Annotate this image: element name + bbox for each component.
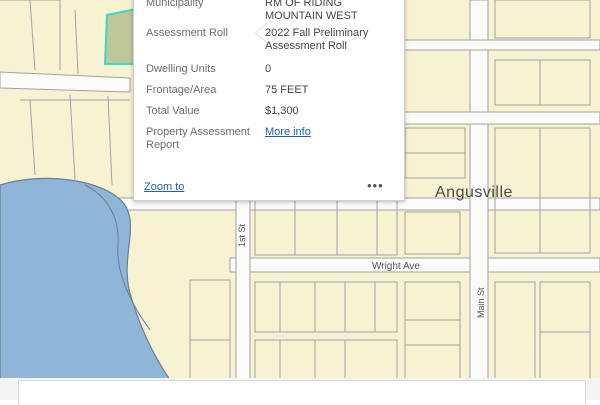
street-label-wright: Wright Ave — [372, 261, 420, 272]
row-assessment-roll: Assessment Roll 2022 Fall Preliminary As… — [146, 27, 396, 55]
field-label: Property Assessment Report — [146, 126, 250, 151]
street-label-main: Main St — [476, 287, 486, 318]
road-east-upper — [397, 111, 600, 125]
field-value: RM OF RIDING MOUNTAIN WEST — [265, 0, 358, 22]
field-label: Dwelling Units — [146, 63, 216, 75]
field-label: Total Value — [146, 105, 200, 117]
row-total-value: Total Value $1,300 — [146, 105, 396, 119]
field-value: 0 — [265, 63, 272, 75]
bottom-card — [18, 380, 586, 405]
field-label: Frontage/Area — [146, 84, 217, 96]
field-label: Assessment Roll — [146, 27, 228, 39]
field-value: $1,300 — [265, 105, 299, 117]
street-label-1st: 1st St — [237, 223, 247, 247]
field-label: Municipality — [146, 0, 204, 9]
more-options-icon[interactable]: ••• — [367, 179, 384, 192]
more-info-link[interactable]: More info — [265, 126, 395, 139]
town-label: Angusville — [435, 184, 513, 201]
row-frontage-area: Frontage/Area 75 FEET — [146, 84, 396, 98]
row-property-report: Property Assessment Report More info — [146, 126, 396, 154]
row-municipality: Municipality RM OF RIDING MOUNTAIN WEST — [146, 0, 396, 23]
feature-popup: Municipality RM OF RIDING MOUNTAIN WEST … — [133, 0, 405, 201]
road-east-top — [397, 39, 600, 51]
row-dwelling-units: Dwelling Units 0 — [146, 63, 396, 77]
field-value: 2022 Fall Preliminary Assessment Roll — [265, 27, 369, 52]
field-value: 75 FEET — [265, 84, 309, 96]
zoom-to-link[interactable]: Zoom to — [144, 181, 184, 193]
